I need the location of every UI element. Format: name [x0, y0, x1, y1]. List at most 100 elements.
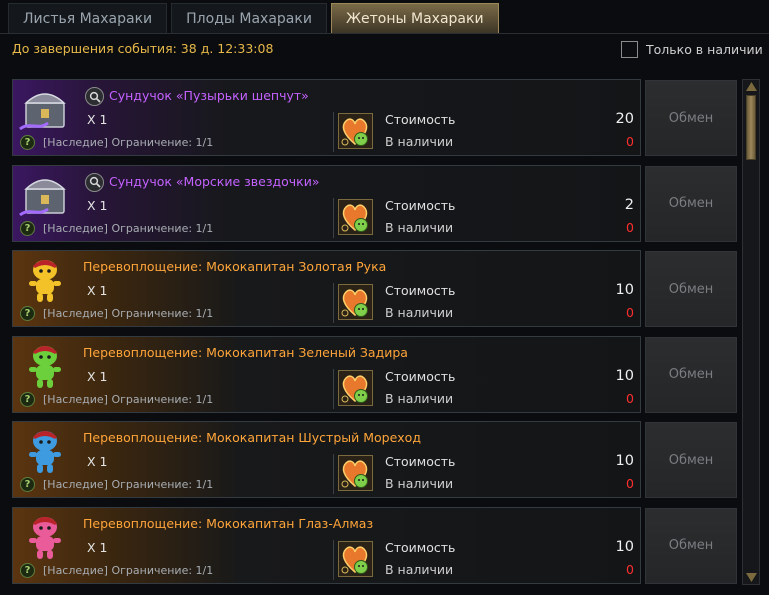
item-limit: [Наследие] Ограничение: 1/1 — [43, 478, 214, 491]
in-stock-filter[interactable]: Только в наличии — [621, 41, 763, 58]
available-value: 0 — [626, 305, 634, 320]
available-label: В наличии — [385, 305, 454, 320]
item-limit: [Наследие] Ограничение: 1/1 — [43, 307, 214, 320]
available-label: В наличии — [385, 476, 454, 491]
scrollbar-thumb[interactable] — [746, 95, 756, 160]
token-icon — [338, 284, 373, 320]
tab-divider — [0, 33, 769, 34]
help-icon[interactable]: ? — [20, 135, 35, 150]
cost-value: 20 — [615, 111, 634, 127]
item-quantity: X 1 — [87, 539, 108, 555]
search-icon[interactable] — [85, 172, 104, 192]
help-icon[interactable]: ? — [20, 220, 35, 236]
token-icon — [338, 540, 373, 577]
mokocaptain-icon — [17, 512, 73, 562]
event-timer: До завершения события: 38 д. 12:33:08 — [12, 41, 274, 56]
card-divider — [333, 368, 334, 409]
item-limit: [Наследие] Ограничение: 1/1 — [43, 563, 214, 577]
cost-value: 2 — [624, 196, 634, 213]
item-quantity: X 1 — [87, 197, 108, 213]
item-card: Перевоплощение: Мококапитан Глаз-Алмаз X… — [12, 506, 641, 584]
item-name: Сундучок «Морские звездочки» — [109, 173, 320, 189]
token-icon — [338, 369, 373, 406]
item-name: Сундучок «Пузырьки шепчут» — [109, 88, 309, 103]
item-card: Перевоплощение: Мококапитан Шустрый Море… — [12, 421, 641, 498]
token-icon — [338, 113, 373, 149]
cost-label: Стоимость — [385, 197, 456, 213]
scrollbar[interactable] — [742, 79, 760, 585]
exchange-button[interactable]: Обмен — [645, 165, 737, 242]
item-name: Перевоплощение: Мококапитан Глаз-Алмаз — [83, 515, 374, 531]
card-divider — [333, 454, 334, 494]
cost-value: 10 — [615, 538, 634, 555]
available-label: В наличии — [385, 390, 454, 406]
token-icon — [338, 455, 373, 491]
mokocaptain-icon — [17, 341, 73, 391]
cost-label: Стоимость — [385, 368, 456, 384]
cost-label: Стоимость — [385, 539, 456, 555]
exchange-row: Перевоплощение: Мококапитан Зеленый Зади… — [12, 335, 738, 413]
item-quantity: X 1 — [87, 283, 108, 298]
help-icon[interactable]: ? — [20, 391, 35, 407]
exchange-button[interactable]: Обмен — [645, 422, 737, 498]
item-name: Перевоплощение: Мококапитан Шустрый Море… — [83, 430, 421, 445]
available-value: 0 — [626, 561, 634, 577]
item-card: Сундучок «Пузырьки шепчут» X 1 ? [Наслед… — [12, 79, 641, 156]
available-value: 0 — [626, 219, 634, 235]
item-limit: [Наследие] Ограничение: 1/1 — [43, 136, 214, 149]
item-limit: [Наследие] Ограничение: 1/1 — [43, 221, 214, 235]
chest-icon — [17, 84, 73, 134]
token-icon — [338, 198, 373, 235]
chest-icon — [17, 170, 73, 220]
help-icon[interactable]: ? — [20, 562, 35, 578]
available-label: В наличии — [385, 134, 454, 149]
scroll-up-arrow-icon[interactable] — [746, 82, 757, 91]
exchange-button[interactable]: Обмен — [645, 80, 737, 156]
in-stock-label: Только в наличии — [646, 42, 763, 57]
item-quantity: X 1 — [87, 368, 108, 384]
exchange-row: Сундучок «Морские звездочки» X 1 ? [Насл… — [12, 164, 738, 242]
exchange-row: Сундучок «Пузырьки шепчут» X 1 ? [Наслед… — [12, 79, 738, 156]
cost-value: 10 — [615, 453, 634, 469]
tab-bar: Листья Махараки Плоды Махараки Жетоны Ма… — [0, 0, 769, 33]
item-name: Перевоплощение: Мококапитан Зеленый Зади… — [83, 344, 408, 360]
cost-label: Стоимость — [385, 283, 456, 298]
in-stock-checkbox[interactable] — [621, 41, 638, 58]
item-card: Перевоплощение: Мококапитан Золотая Рука… — [12, 250, 641, 327]
item-card: Сундучок «Морские звездочки» X 1 ? [Насл… — [12, 164, 641, 242]
item-limit: [Наследие] Ограничение: 1/1 — [43, 392, 214, 406]
available-value: 0 — [626, 134, 634, 149]
exchange-row: Перевоплощение: Мококапитан Глаз-Алмаз X… — [12, 506, 738, 584]
mokocaptain-icon — [17, 426, 73, 476]
tab-fruits[interactable]: Плоды Махараки — [171, 3, 327, 33]
tab-tokens[interactable]: Жетоны Махараки — [330, 3, 499, 33]
exchange-button[interactable]: Обмен — [645, 336, 737, 413]
card-divider — [333, 539, 334, 580]
exchange-row: Перевоплощение: Мококапитан Золотая Рука… — [12, 250, 738, 327]
tab-leaves[interactable]: Листья Махараки — [8, 3, 168, 33]
cost-value: 10 — [615, 367, 634, 384]
exchange-button[interactable]: Обмен — [645, 251, 737, 327]
available-label: В наличии — [385, 561, 454, 577]
item-card: Перевоплощение: Мококапитан Зеленый Зади… — [12, 335, 641, 413]
available-value: 0 — [626, 476, 634, 491]
help-icon[interactable]: ? — [20, 477, 35, 492]
mokocaptain-icon — [17, 255, 73, 305]
cost-label: Стоимость — [385, 112, 456, 127]
search-icon[interactable] — [85, 87, 104, 106]
exchange-row: Перевоплощение: Мококапитан Шустрый Море… — [12, 421, 738, 498]
card-divider — [333, 112, 334, 152]
item-name: Перевоплощение: Мококапитан Золотая Рука — [83, 259, 387, 274]
available-value: 0 — [626, 390, 634, 406]
item-quantity: X 1 — [87, 454, 108, 469]
available-label: В наличии — [385, 219, 454, 235]
card-divider — [333, 197, 334, 238]
help-icon[interactable]: ? — [20, 306, 35, 321]
cost-value: 10 — [615, 282, 634, 298]
exchange-button[interactable]: Обмен — [645, 507, 737, 584]
item-list[interactable]: Сундучок «Пузырьки шепчут» X 1 ? [Наслед… — [12, 79, 738, 589]
cost-label: Стоимость — [385, 454, 456, 469]
card-divider — [333, 283, 334, 323]
item-quantity: X 1 — [87, 112, 108, 127]
scroll-down-arrow-icon[interactable] — [746, 573, 757, 582]
